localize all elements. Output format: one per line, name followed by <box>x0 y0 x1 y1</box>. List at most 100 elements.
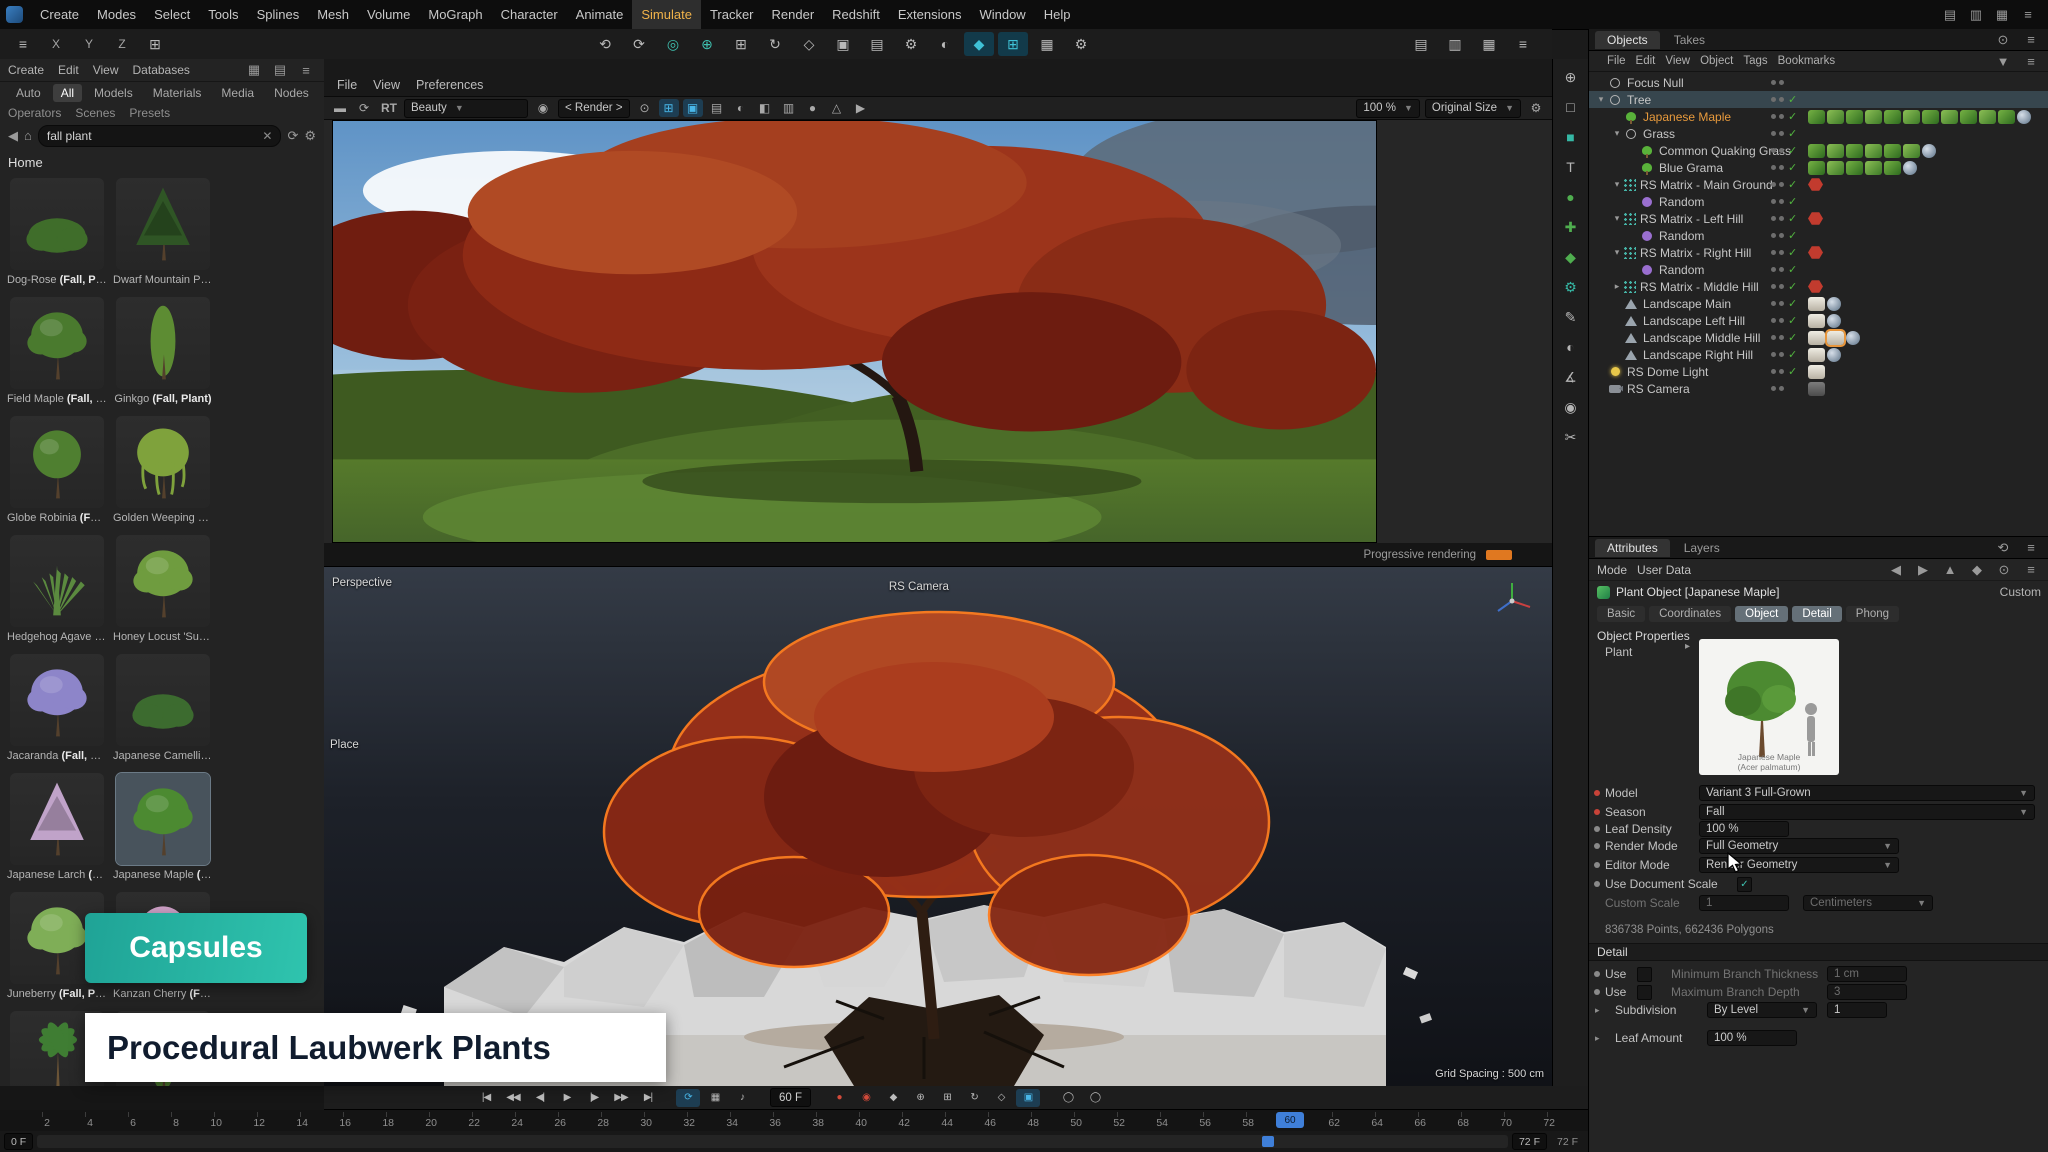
animation-dot[interactable] <box>1594 809 1600 815</box>
range-scrub-handle[interactable] <box>1262 1136 1274 1147</box>
layout-a-button[interactable]: ▤ <box>1406 32 1436 56</box>
checkbox[interactable] <box>1637 985 1652 1000</box>
expander-icon[interactable]: ▾ <box>1611 247 1623 258</box>
menu-render[interactable]: Render <box>763 0 824 29</box>
range-start-field[interactable]: 0 F <box>4 1133 33 1150</box>
expander-icon[interactable]: ▾ <box>1611 213 1623 224</box>
visibility-dots[interactable] <box>1771 386 1784 391</box>
material-tag[interactable] <box>1846 161 1863 175</box>
enabled-check-icon[interactable]: ✓ <box>1788 212 1800 225</box>
redo-button[interactable]: ⟳ <box>624 32 654 56</box>
current-frame-field[interactable]: 60 F <box>770 1088 811 1107</box>
settings-gear-tool[interactable]: ⚙ <box>1558 275 1584 299</box>
filter-tab-nodes[interactable]: Nodes <box>266 84 317 102</box>
tab-objects[interactable]: Objects <box>1595 31 1660 49</box>
object-row-rs-matrix-left-hill[interactable]: ▾RS Matrix - Left Hill✓ <box>1589 210 2048 227</box>
material-tag[interactable] <box>1827 161 1844 175</box>
asset-item-golden-weeping-willow[interactable]: Golden Weeping Willow (Fall, Plant) <box>113 416 213 525</box>
clay-mode-icon[interactable]: ● <box>803 99 823 117</box>
visibility-dots[interactable] <box>1771 148 1784 153</box>
viewport-menu-file[interactable]: File <box>330 78 364 96</box>
sub-tab-operators[interactable]: Operators <box>8 106 61 120</box>
dof-icon[interactable]: ⊙ <box>635 99 655 117</box>
phong-tag[interactable] <box>1903 161 1917 175</box>
ab-compare-icon[interactable]: ▬ <box>330 99 350 117</box>
redshift-proxy-icon[interactable] <box>1808 246 1823 260</box>
menu-extensions[interactable]: Extensions <box>889 0 971 29</box>
expander-icon[interactable]: ▸ <box>1611 281 1623 292</box>
thumbnail-expander-icon[interactable]: ▸ <box>1685 641 1690 652</box>
texture-tag[interactable] <box>1808 314 1825 328</box>
value-field[interactable]: 3 <box>1827 984 1907 1000</box>
knife-tool[interactable]: ✂ <box>1558 425 1584 449</box>
menu-volume[interactable]: Volume <box>358 0 419 29</box>
menu-tools[interactable]: Tools <box>199 0 247 29</box>
render-settings-button[interactable]: ⚙ <box>896 32 926 56</box>
value-field[interactable]: 1 <box>1827 1002 1887 1018</box>
pin-icon[interactable]: ◆ <box>1967 561 1987 579</box>
render-view-button[interactable]: ▣ <box>828 32 858 56</box>
panel-menu-icon[interactable]: ≡ <box>296 61 316 79</box>
live-selection-tool-button[interactable]: ◎ <box>658 32 688 56</box>
om-menu-object[interactable]: Object <box>1695 55 1738 67</box>
render-viewport[interactable] <box>324 120 1552 543</box>
filter-tab-models[interactable]: Models <box>86 84 141 102</box>
menu-splines[interactable]: Splines <box>248 0 309 29</box>
home-icon[interactable]: ⌂ <box>24 128 32 144</box>
magic-solo-button[interactable]: ◐ <box>930 32 960 56</box>
filter-settings-icon[interactable]: ⚙ <box>304 128 316 144</box>
magnet-tool[interactable]: ◐ <box>1558 335 1584 359</box>
enabled-check-icon[interactable]: ✓ <box>1788 348 1800 361</box>
denoise-icon[interactable]: ◐ <box>731 99 751 117</box>
active-camera-label[interactable]: RS Camera <box>889 581 949 593</box>
nav-up-icon[interactable]: ▲ <box>1940 561 1960 579</box>
object-row-grass[interactable]: ▾Grass✓ <box>1589 125 2048 142</box>
grid-snap-button[interactable]: ⊞ <box>998 32 1028 56</box>
zoom-combo[interactable]: 100 % ▼ <box>1356 99 1420 118</box>
checkbox[interactable]: ✓ <box>1737 877 1752 892</box>
measure-tool[interactable]: ∡ <box>1558 365 1584 389</box>
om-menu-file[interactable]: File <box>1602 55 1631 67</box>
protection-tag[interactable] <box>1808 382 1825 396</box>
object-row-landscape-left-hill[interactable]: Landscape Left Hill✓ <box>1589 312 2048 329</box>
enabled-check-icon[interactable]: ✓ <box>1788 297 1800 310</box>
list-view-icon[interactable]: ▤ <box>270 61 290 79</box>
visibility-dots[interactable] <box>1771 165 1784 170</box>
ram-preview-button[interactable]: ▦ <box>703 1089 727 1107</box>
camera-icon[interactable]: ◉ <box>533 99 553 117</box>
asset-item-japanese-camellia[interactable]: Japanese Camellia (Fall, Plant) <box>113 654 213 763</box>
record-parameter-button[interactable]: ◇ <box>989 1089 1013 1107</box>
layout-quad-view-icon[interactable]: ▦ <box>1992 6 2012 24</box>
goto-start-button[interactable]: |◀ <box>474 1089 498 1107</box>
current-frame-marker[interactable]: 60 <box>1276 1112 1304 1128</box>
phong-tag[interactable] <box>1827 297 1841 311</box>
redshift-proxy-icon[interactable] <box>1808 280 1823 294</box>
transform-tool[interactable]: ⊕ <box>1558 65 1584 89</box>
material-tag[interactable] <box>1808 144 1825 158</box>
spline-pen-tool[interactable]: ✎ <box>1558 305 1584 329</box>
asset-menu-databases[interactable]: Databases <box>133 63 190 77</box>
redshift-proxy-icon[interactable] <box>1808 178 1823 192</box>
next-frame-button[interactable]: |▶ <box>582 1089 606 1107</box>
tab-layers[interactable]: Layers <box>1672 539 1732 557</box>
visibility-dots[interactable] <box>1771 97 1784 102</box>
om-menu-tags[interactable]: Tags <box>1738 55 1772 67</box>
next-key-button[interactable]: ▶▶ <box>609 1089 633 1107</box>
section-tab-coordinates[interactable]: Coordinates <box>1649 606 1731 622</box>
layout-c-button[interactable]: ▦ <box>1474 32 1504 56</box>
render-queue-button[interactable]: ◯ <box>1083 1089 1107 1107</box>
animation-dot[interactable] <box>1594 826 1600 832</box>
timeline-ruler[interactable]: 2468101214161820222426283032343638404244… <box>0 1110 1588 1132</box>
object-row-landscape-main[interactable]: Landscape Main✓ <box>1589 295 2048 312</box>
object-row-focus-null[interactable]: Focus Null <box>1589 74 2048 91</box>
perspective-viewport[interactable]: Perspective RS Camera Place Grid Spacing… <box>324 567 1552 1086</box>
texture-tag[interactable] <box>1808 365 1825 379</box>
visibility-dots[interactable] <box>1771 216 1784 221</box>
material-tag[interactable] <box>1827 144 1844 158</box>
object-row-landscape-middle-hill[interactable]: Landscape Middle Hill✓ <box>1589 329 2048 346</box>
asset-item-dwarf-mountain-pine[interactable]: Dwarf Mountain Pine (Fall, Plant) <box>113 178 213 287</box>
material-tag[interactable] <box>1979 110 1996 124</box>
text-tool[interactable]: T <box>1558 155 1584 179</box>
material-tag[interactable] <box>1922 110 1939 124</box>
animation-dot[interactable] <box>1594 790 1600 796</box>
